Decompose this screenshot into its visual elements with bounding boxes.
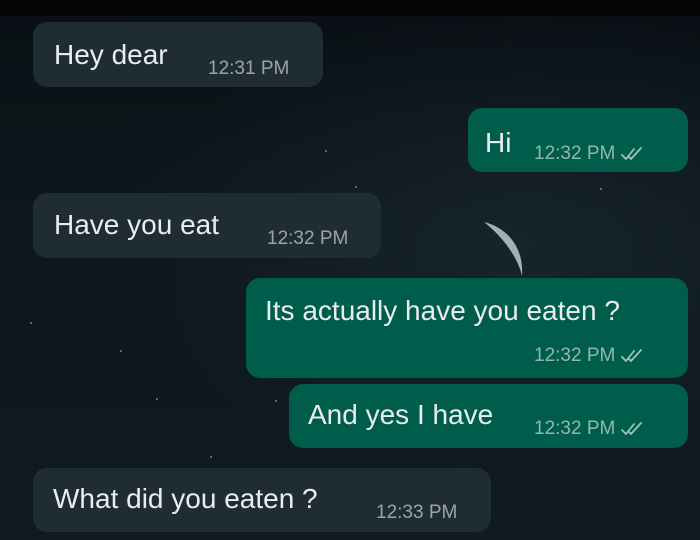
incoming-message-bubble[interactable]: What did you eaten ? 12:33 PM xyxy=(33,468,491,532)
star-decoration xyxy=(325,150,327,152)
message-text: Have you eat xyxy=(54,209,219,240)
message-text: What did you eaten ? xyxy=(53,483,318,514)
star-decoration xyxy=(275,400,277,402)
message-time: 12:31 PM xyxy=(208,58,290,79)
outgoing-message-bubble[interactable]: And yes I have 12:32 PM xyxy=(289,384,688,448)
star-decoration xyxy=(600,188,602,190)
outgoing-message-bubble[interactable]: Its actually have you eaten ? 12:32 PM xyxy=(246,278,688,378)
message-time: 12:32 PM xyxy=(267,228,349,249)
star-decoration xyxy=(156,398,158,400)
outgoing-message-bubble[interactable]: Hi 12:32 PM xyxy=(468,108,688,172)
status-bar-strip xyxy=(0,0,700,16)
message-time: 12:32 PM xyxy=(534,143,616,164)
message-text: And yes I have xyxy=(308,399,494,430)
message-meta: 12:32 PM xyxy=(267,229,348,248)
double-check-icon xyxy=(621,348,643,362)
message-meta: 12:32 PM xyxy=(534,346,645,365)
incoming-message-bubble[interactable]: Have you eat 12:32 PM xyxy=(33,193,381,258)
star-decoration xyxy=(210,456,212,458)
message-meta: 12:32 PM xyxy=(534,144,645,163)
star-decoration xyxy=(30,322,32,324)
message-text: Hi xyxy=(485,127,512,158)
message-text: Its actually have you eaten ? xyxy=(265,295,620,326)
message-text: Hey dear xyxy=(54,39,168,70)
message-meta: 12:33 PM xyxy=(376,503,457,522)
incoming-message-bubble[interactable]: Hey dear 12:31 PM xyxy=(33,22,323,87)
message-meta: 12:32 PM xyxy=(534,419,645,438)
message-time: 12:32 PM xyxy=(534,345,616,366)
double-check-icon xyxy=(621,421,643,435)
crescent-moon-decoration xyxy=(484,222,523,276)
double-check-icon xyxy=(621,146,643,160)
message-time: 12:32 PM xyxy=(534,418,616,439)
star-decoration xyxy=(355,186,357,188)
message-time: 12:33 PM xyxy=(376,502,458,523)
star-decoration xyxy=(120,350,122,352)
message-meta: 12:31 PM xyxy=(208,59,289,78)
